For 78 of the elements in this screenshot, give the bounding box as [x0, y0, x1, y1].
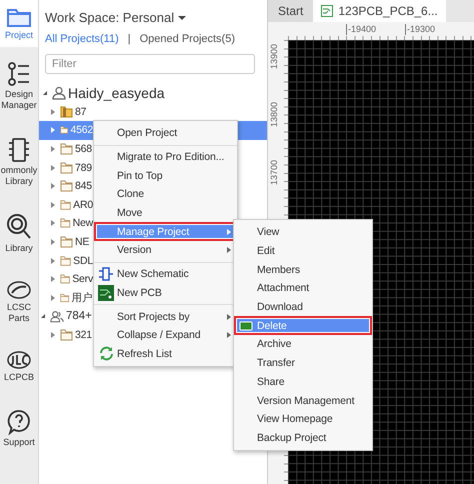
tree-item[interactable]: Serv [39, 270, 93, 289]
pcb-icon [321, 5, 334, 17]
menu-item[interactable]: New PCB [94, 284, 237, 302]
help-icon [7, 409, 31, 435]
menu-item[interactable]: Download [234, 298, 372, 316]
folder-icon [60, 180, 73, 192]
folder-icon [6, 6, 32, 28]
folder-icon [60, 236, 73, 248]
sidebar-tab[interactable]: Library [0, 207, 38, 260]
jlc-logo-icon [7, 350, 31, 370]
menu-item[interactable]: Version Management [234, 391, 372, 410]
editor-tab[interactable]: 123PCB_PCB_6... [313, 0, 446, 22]
pcb-icon [98, 284, 114, 301]
tree-item[interactable]: 568 [39, 140, 93, 158]
users-icon [50, 310, 64, 323]
menu-item[interactable]: Clone [94, 185, 237, 204]
folder-icon [60, 198, 72, 211]
menu-item[interactable]: Attachment [234, 279, 372, 298]
folder-icon [60, 329, 73, 342]
lcsc-logo-icon [7, 280, 31, 300]
folder-icon [60, 124, 68, 136]
menu-item[interactable]: Migrate to Pro Edition... [94, 148, 237, 166]
menu-item[interactable]: View [234, 223, 372, 242]
menu-item[interactable]: Members [234, 260, 372, 280]
folder-icon [60, 143, 73, 156]
menu-item[interactable]: Archive [234, 335, 372, 354]
menu-item[interactable]: Transfer [234, 354, 372, 372]
menu-item[interactable]: Open Project [94, 124, 237, 143]
ruler-label: -19400 [346, 24, 376, 35]
menu-item[interactable]: Backup Project [234, 428, 372, 448]
tree-item[interactable]: 321 [39, 326, 93, 344]
caret-icon [178, 16, 186, 20]
tree-item[interactable]: 784+ [39, 307, 93, 326]
sidebar-tab[interactable]: Project [0, 0, 38, 47]
sidebar-tab[interactable]: Support [0, 403, 38, 454]
menu-item[interactable]: View Homepage [234, 410, 372, 429]
tree-item[interactable]: New [39, 214, 93, 233]
menu-item[interactable]: New Schematic [94, 264, 237, 284]
menu-item[interactable]: Share [234, 372, 372, 392]
folder-icon [60, 162, 73, 174]
ruler-label: 13700 [270, 160, 279, 186]
schematic-icon [98, 266, 114, 282]
tree-item[interactable]: 789 [39, 158, 93, 177]
workspace-selector[interactable]: Work Space: Personal [45, 10, 174, 25]
tree-item[interactable]: NE [39, 232, 93, 252]
folder-icon [60, 292, 70, 304]
project-tab[interactable]: Opened Projects(5) [140, 33, 236, 45]
ruler-label: 13800 [270, 102, 279, 128]
menu-item[interactable]: Refresh List [94, 344, 237, 364]
tree-item[interactable]: 用户 [39, 288, 93, 308]
user-icon [52, 86, 66, 100]
refresh-icon [98, 346, 114, 362]
list-icon [7, 61, 31, 87]
folder-icon [60, 106, 73, 118]
sidebar-tab[interactable]: LCSC Parts [0, 274, 38, 330]
filter-field[interactable]: Filter [45, 54, 255, 74]
tree-item[interactable]: AR0 [39, 196, 93, 214]
sidebar-tab[interactable]: LCPCB [0, 344, 38, 389]
tree-item[interactable]: 845 [39, 176, 93, 196]
tree-item[interactable]: SDL [39, 251, 93, 270]
ruler-label: -19300 [405, 24, 436, 35]
tree-item[interactable]: Haidy_easyeda [39, 84, 165, 103]
menu-item[interactable]: Move [94, 204, 237, 222]
ruler-label: 13900 [270, 44, 279, 70]
editor-tab[interactable]: Start [268, 0, 314, 22]
chip-icon [8, 137, 30, 163]
folder-icon [60, 217, 71, 230]
folder-icon [60, 254, 72, 267]
sidebar-tab[interactable]: Design Manager [0, 55, 38, 117]
folder-icon [60, 273, 70, 286]
delete-icon [239, 320, 253, 331]
menu-item[interactable]: Pin to Top [94, 166, 237, 186]
magnifier-icon [6, 213, 32, 241]
tree-item[interactable]: 87 [39, 102, 93, 122]
sidebar-tab[interactable]: ommonly Library [0, 131, 38, 193]
menu-item[interactable]: Edit [234, 242, 372, 260]
project-tab[interactable]: All Projects(11) [45, 33, 119, 45]
tab-separator: | [128, 33, 131, 45]
